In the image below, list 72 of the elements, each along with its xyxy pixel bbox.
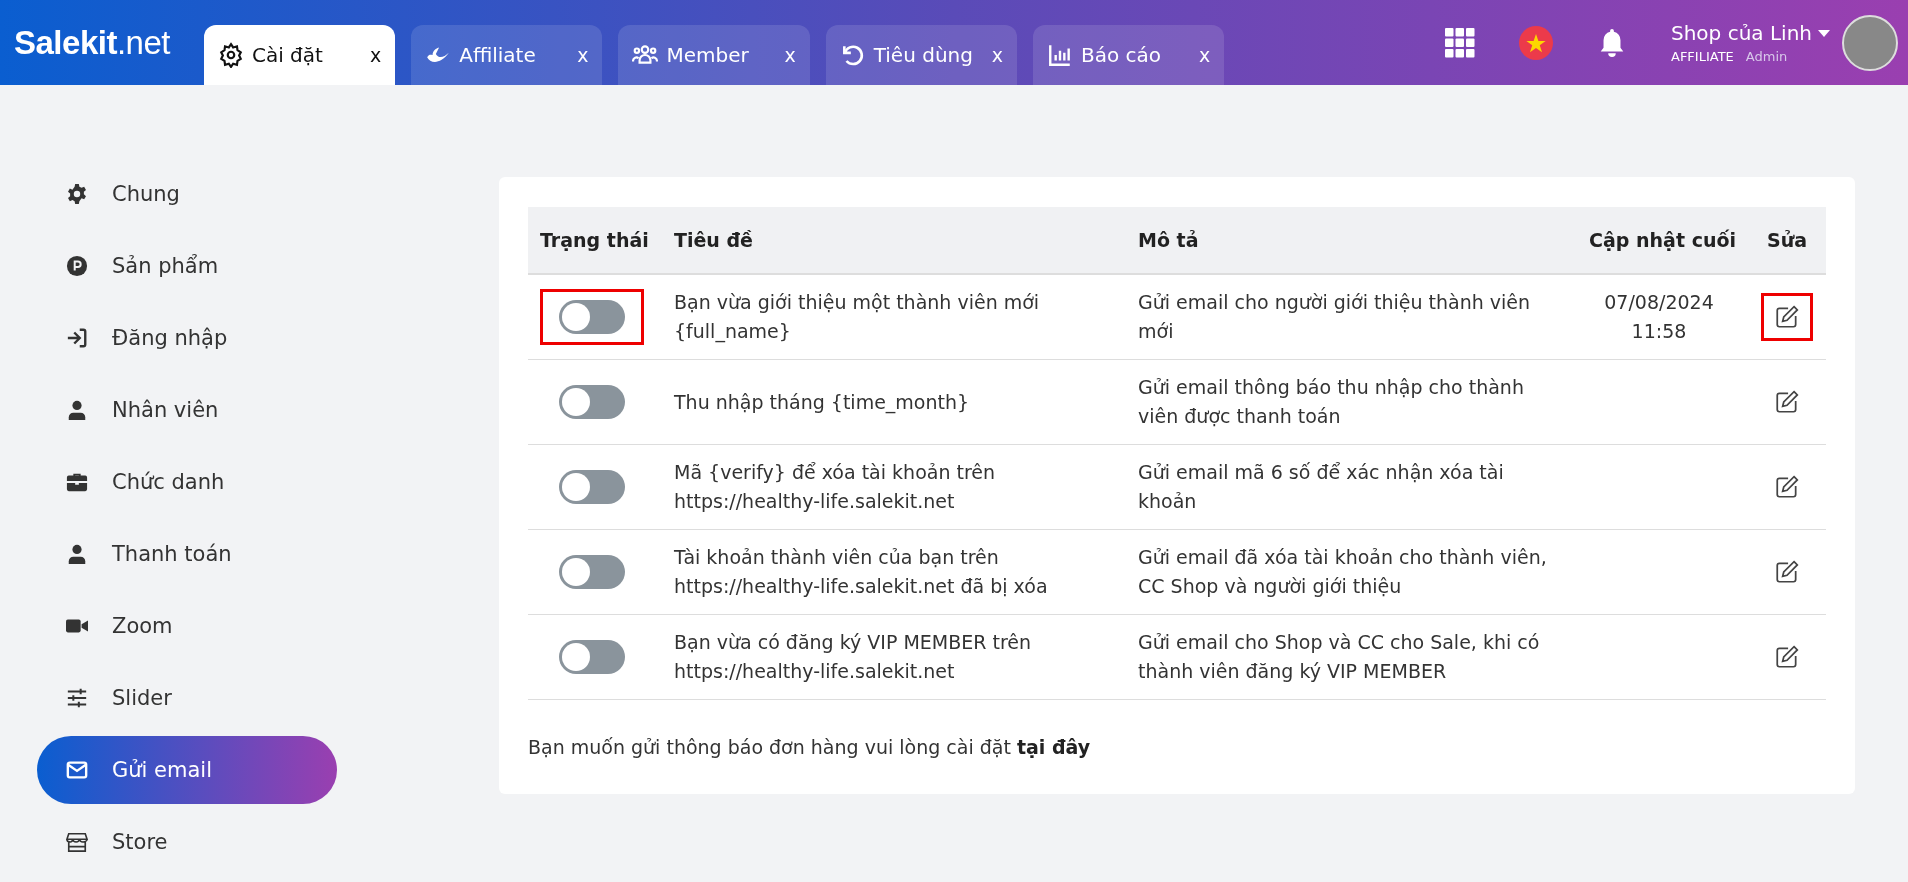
email-title: Tài khoản thành viên của bạn trên https://healthy-life.salekit.net đã bị xóa	[674, 546, 1048, 597]
tab-close[interactable]: x	[1198, 44, 1211, 66]
toggle-switch[interactable]	[559, 555, 625, 589]
column-header: Cập nhật cuối	[1570, 207, 1748, 274]
email-description: Gửi email đã xóa tài khoản cho thành viên, CC Shop và người giới thiệu	[1138, 546, 1547, 597]
tab[interactable]: Tiêu dùng x	[825, 25, 1017, 85]
avatar[interactable]	[1842, 14, 1898, 71]
sidebar-item[interactable]: Chức danh	[37, 448, 337, 516]
tab-label: Member	[666, 43, 750, 67]
user-level: Admin	[1745, 49, 1788, 64]
edit-icon[interactable]	[1774, 389, 1800, 415]
tab[interactable]: Affiliate x	[411, 25, 603, 85]
user-name[interactable]: Shop của Linh	[1671, 21, 1812, 45]
tab[interactable]: Cài đặt x	[203, 25, 396, 85]
store-icon	[66, 831, 88, 853]
email-title: Mã {verify} để xóa tài khoản trên https://healthy-life.salekit.net	[674, 461, 996, 512]
flag-icon[interactable]	[1519, 25, 1553, 60]
tab-label: Cài đặt	[251, 43, 324, 67]
gear-icon	[66, 183, 88, 205]
sidebar-item[interactable]: Đăng nhập	[37, 304, 337, 372]
column-header: Mô tả	[1126, 207, 1570, 274]
settings-note: Bạn muốn gửi thông báo đơn hàng vui lòng cài đặt tại đây	[528, 736, 1092, 758]
tab-close[interactable]: x	[991, 44, 1003, 66]
caret-icon[interactable]	[1818, 29, 1830, 37]
mail-icon	[66, 759, 88, 781]
sliders-icon	[66, 687, 88, 709]
tab-label: Tiêu dùng	[873, 43, 974, 67]
tab-close[interactable]: x	[577, 44, 589, 66]
sidebar-item[interactable]: Chung	[37, 160, 337, 228]
column-header: Trạng thái	[528, 207, 662, 274]
updated-time: 07/08/2024 11:58	[1604, 291, 1714, 342]
sidebar-item[interactable]: Sản phẩm	[37, 232, 337, 300]
email-description: Gửi email cho người giới thiệu thành viên mới	[1138, 291, 1531, 342]
email-description: Gửi email thông báo thu nhập cho thành viên được thanh toán	[1138, 376, 1524, 427]
tab[interactable]: Báo cáo x	[1032, 25, 1225, 85]
column-header: Sửa	[1748, 207, 1826, 274]
login-icon	[66, 327, 88, 349]
user-role: AFFILIATE	[1671, 49, 1734, 64]
briefcase-icon	[66, 471, 88, 493]
tab[interactable]: Member x	[618, 25, 810, 85]
user-icon	[66, 543, 88, 565]
sidebar-item[interactable]: Store	[37, 808, 337, 876]
edit-icon[interactable]	[1774, 474, 1800, 500]
sidebar-item[interactable]: Nhân viên	[37, 376, 337, 444]
settings-link[interactable]: tại đây	[1016, 736, 1091, 758]
logo[interactable]: Salekit.net	[14, 23, 170, 62]
email-title: Thu nhập tháng {time_month}	[674, 390, 970, 413]
sidebar-item[interactable]: Zoom	[37, 592, 337, 660]
parking-icon	[66, 255, 88, 277]
gear-icon	[217, 42, 244, 68]
edit-icon[interactable]	[1774, 304, 1800, 330]
email-title: Bạn vừa có đăng ký VIP MEMBER trên https://healthy-life.salekit.net	[674, 631, 1032, 682]
tab-close[interactable]: x	[369, 44, 382, 66]
column-header: Tiêu đề	[662, 207, 1126, 274]
email-description: Gửi email mã 6 số để xác nhận xóa tài khoản	[1138, 461, 1504, 512]
sidebar-item[interactable]: Thanh toán	[37, 520, 337, 588]
user-icon	[66, 399, 88, 421]
edit-icon[interactable]	[1774, 644, 1800, 670]
sidebar-item[interactable]: Slider	[37, 664, 337, 732]
email-description: Gửi email cho Shop và CC cho Sale, khi có thành viên đăng ký VIP MEMBER	[1138, 631, 1540, 682]
toggle-switch[interactable]	[559, 300, 625, 334]
tab-label: Báo cáo	[1080, 43, 1162, 67]
bar-chart-icon	[1046, 42, 1073, 68]
email-title: Bạn vừa giới thiệu một thành viên mới {full_name}	[674, 291, 1040, 342]
toggle-switch[interactable]	[559, 640, 625, 674]
tab-label: Affiliate	[459, 43, 537, 67]
toggle-switch[interactable]	[559, 385, 625, 419]
tab-close[interactable]: x	[784, 44, 796, 66]
edit-icon[interactable]	[1774, 559, 1800, 585]
grid-icon[interactable]	[1445, 26, 1475, 59]
toggle-switch[interactable]	[559, 470, 625, 504]
sidebar-item[interactable]: Gửi email	[37, 736, 337, 804]
